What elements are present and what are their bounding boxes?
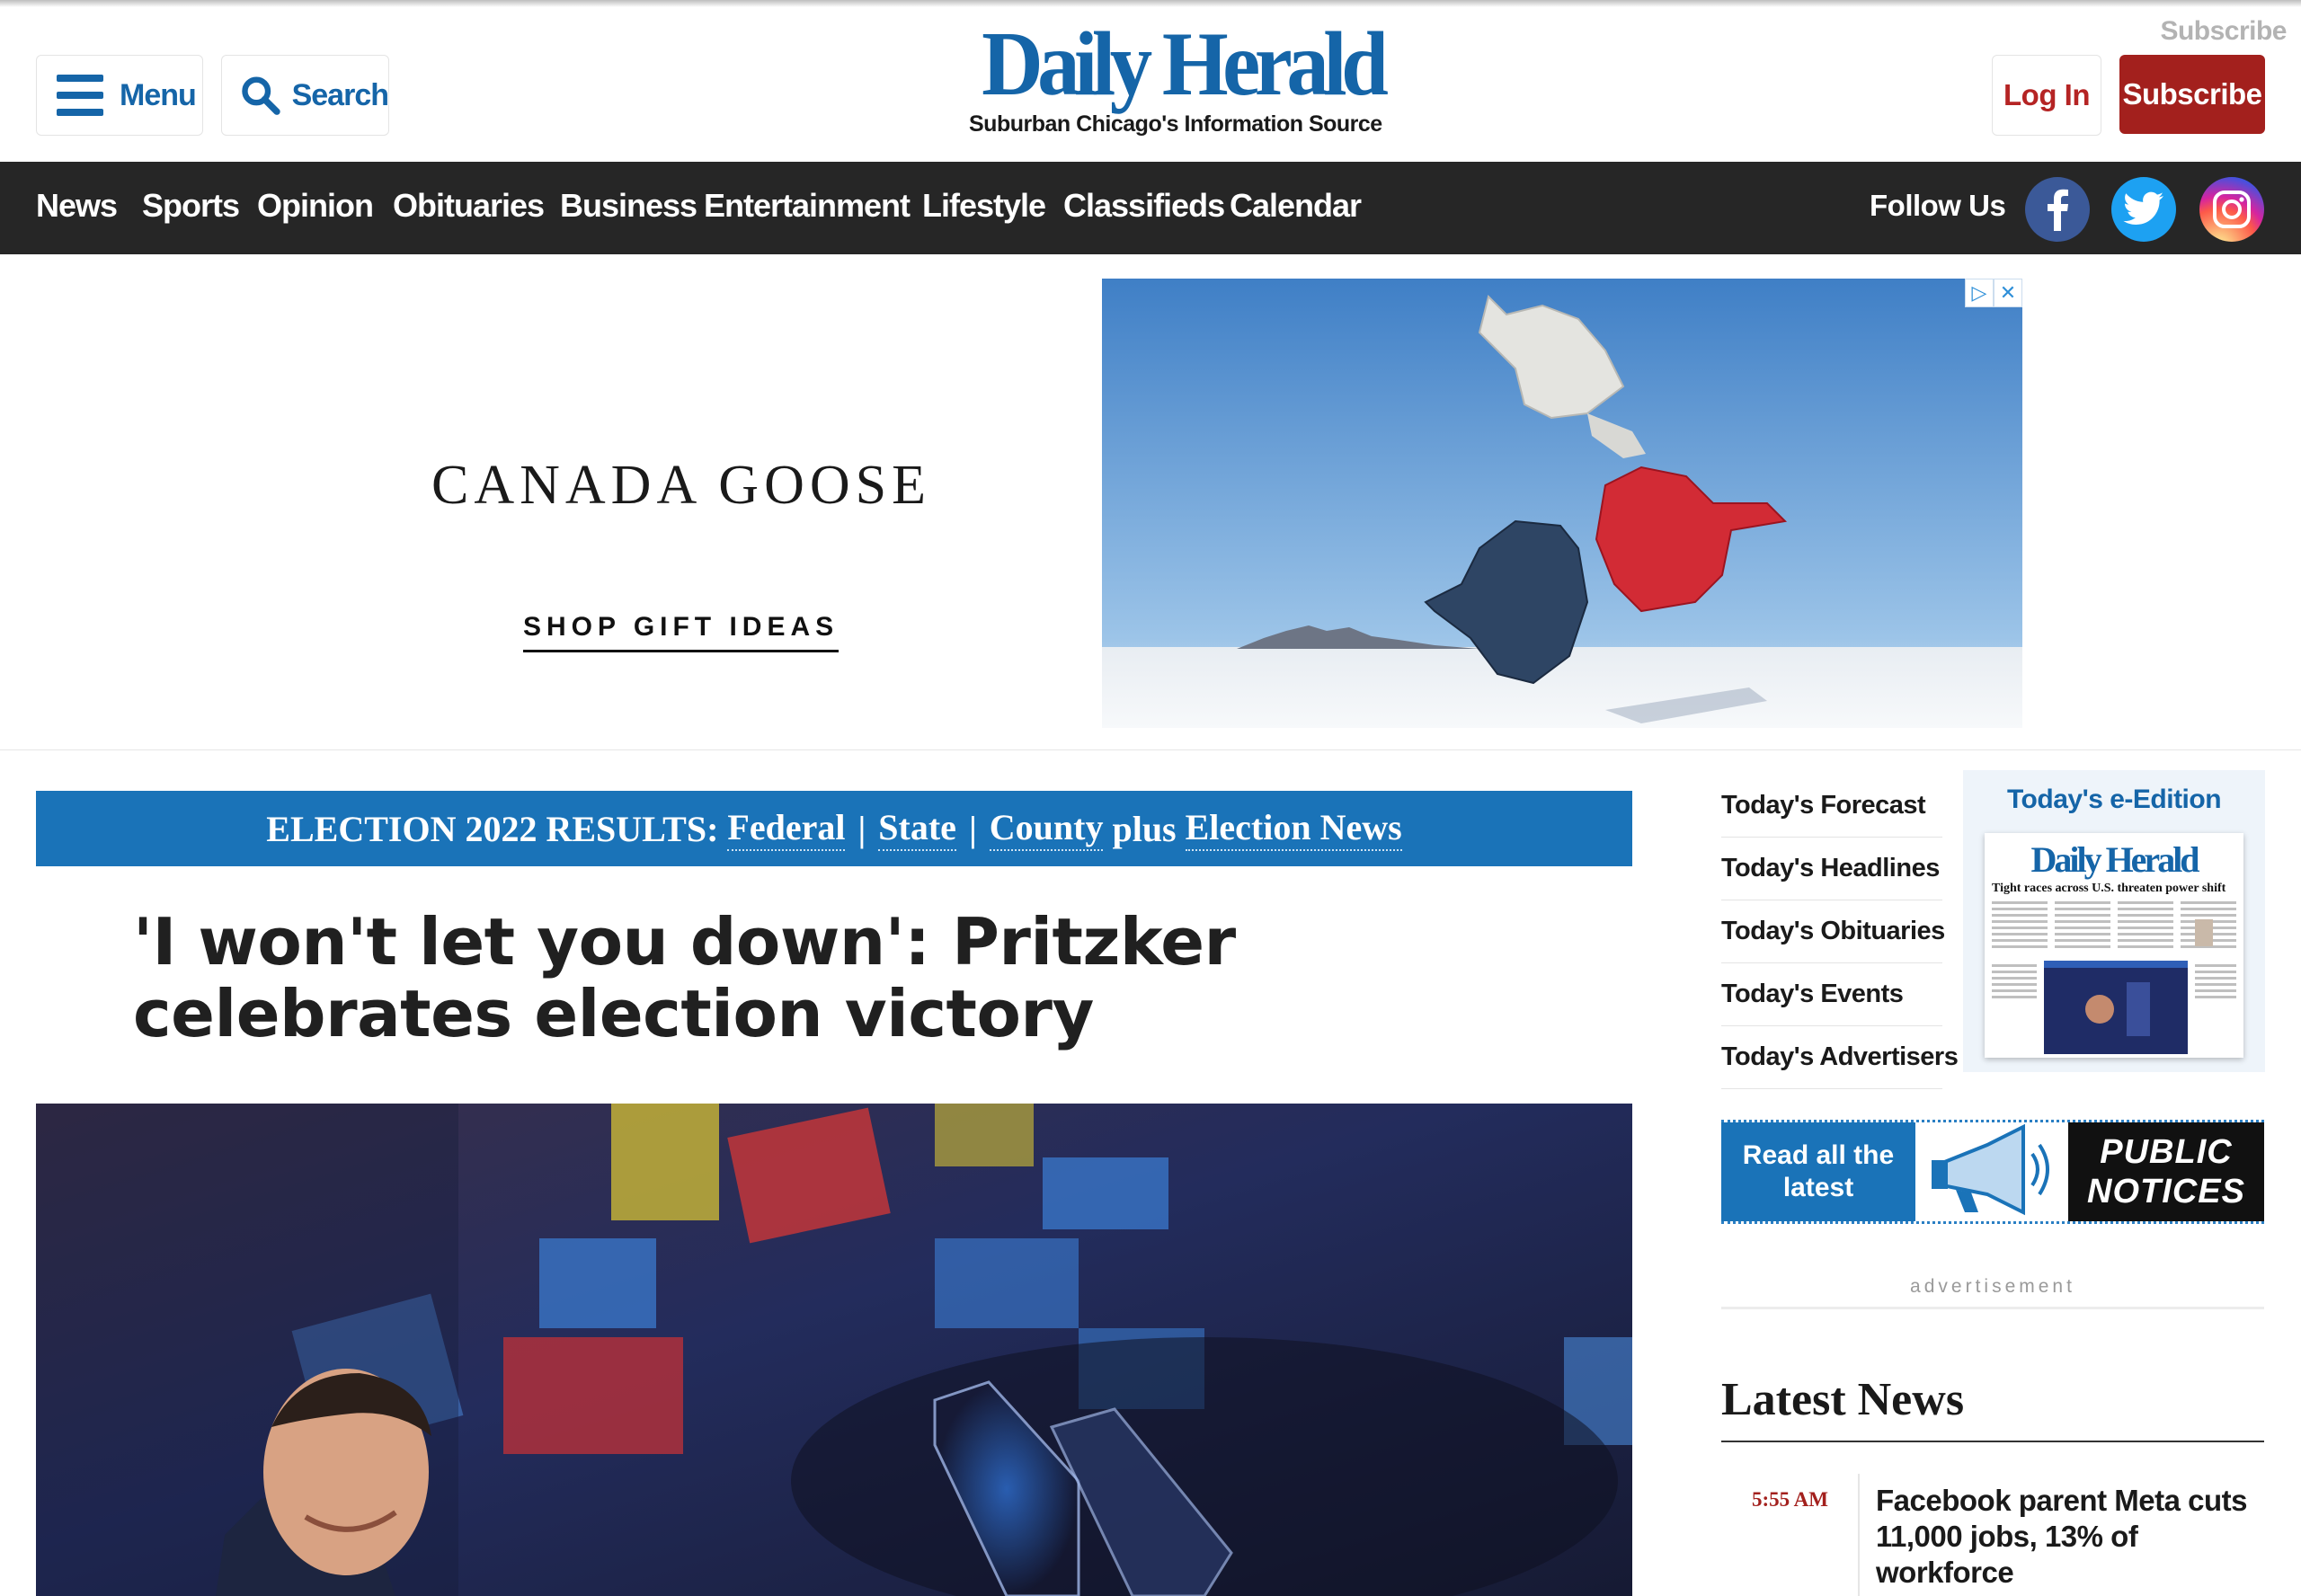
quick-link-obituaries[interactable]: Today's Obituaries bbox=[1721, 900, 1945, 963]
public-notices-title: PUBLIC NOTICES bbox=[2068, 1122, 2264, 1221]
nav-item-calendar[interactable]: Calendar bbox=[1230, 187, 1362, 225]
nav-item-sports[interactable]: Sports bbox=[142, 187, 240, 225]
article-hero-image[interactable] bbox=[36, 1104, 1632, 1596]
ad-image[interactable]: ▷ ✕ bbox=[1102, 279, 2022, 728]
logo-wordmark: Daily Herald bbox=[982, 13, 1389, 115]
search-icon bbox=[242, 76, 280, 115]
e-edition-title[interactable]: Today's e-Edition bbox=[1963, 785, 2265, 815]
nav-item-obituaries[interactable]: Obituaries bbox=[393, 187, 545, 225]
facebook-icon[interactable] bbox=[2025, 177, 2090, 242]
login-button[interactable]: Log In bbox=[1992, 55, 2101, 136]
subscribe-button[interactable]: Subscribe bbox=[2119, 55, 2265, 134]
hamburger-icon bbox=[57, 75, 103, 116]
advertisement-banner[interactable]: CANADA GOOSE SHOP GIFT IDEAS ▷ ✕ bbox=[0, 254, 2301, 750]
article-headline[interactable]: 'I won't let you down': Pritzker celebra… bbox=[133, 906, 1391, 1050]
menu-label: Menu bbox=[120, 77, 197, 112]
megaphone-icon bbox=[1915, 1122, 2068, 1221]
e-edition-card[interactable]: Today's e-Edition Daily Herald Tight rac… bbox=[1963, 770, 2265, 1072]
ad-cta-link[interactable]: SHOP GIFT IDEAS bbox=[523, 612, 840, 652]
e-edition-thumbnail[interactable]: Daily Herald Tight races across U.S. thr… bbox=[1985, 833, 2243, 1058]
adchoices-icon[interactable]: ▷ bbox=[1965, 279, 1994, 307]
election-prefix: ELECTION 2022 RESULTS: bbox=[266, 808, 719, 849]
ad-brand: CANADA GOOSE bbox=[431, 455, 931, 516]
e-edition-logo: Daily Herald bbox=[2030, 839, 2199, 880]
latest-news-item[interactable]: 5:55 AM Facebook parent Meta cuts 11,000… bbox=[1721, 1474, 2264, 1596]
quick-link-events[interactable]: Today's Events bbox=[1721, 963, 1942, 1026]
election-plus: plus bbox=[1112, 808, 1177, 849]
menu-button[interactable]: Menu bbox=[36, 55, 203, 136]
election-link-federal[interactable]: Federal bbox=[727, 806, 846, 851]
quick-link-headlines[interactable]: Today's Headlines bbox=[1721, 838, 1942, 900]
notices-read-latest: Read all the latest bbox=[1721, 1122, 1915, 1221]
nav-item-news[interactable]: News bbox=[36, 187, 118, 225]
follow-us-label: Follow Us bbox=[1870, 189, 2006, 222]
public-notices-banner[interactable]: Read all the latest PUBLIC NOTICES bbox=[1721, 1120, 2264, 1224]
election-separator: | bbox=[857, 808, 866, 849]
e-edition-headline: Tight races across U.S. threaten power s… bbox=[1992, 882, 2226, 895]
ad-close-icon[interactable]: ✕ bbox=[1994, 279, 2022, 307]
nav-item-classifieds[interactable]: Classifieds bbox=[1063, 187, 1225, 225]
election-link-county[interactable]: County bbox=[989, 806, 1104, 851]
election-link-state[interactable]: State bbox=[878, 806, 956, 851]
nav-item-entertainment[interactable]: Entertainment bbox=[704, 187, 911, 225]
nav-item-business[interactable]: Business bbox=[560, 187, 697, 225]
election-separator: | bbox=[968, 808, 977, 849]
site-header: Menu Search Daily Herald Suburban Chicag… bbox=[0, 0, 2301, 162]
subscribe-link[interactable]: Subscribe bbox=[2160, 16, 2287, 47]
election-link-news[interactable]: Election News bbox=[1185, 806, 1402, 851]
instagram-icon[interactable] bbox=[2199, 177, 2264, 242]
main-nav: News Sports Opinion Obituaries Business … bbox=[0, 162, 2301, 254]
ad-choices[interactable]: ▷ ✕ bbox=[1965, 279, 2022, 307]
quick-link-forecast[interactable]: Today's Forecast bbox=[1721, 775, 1942, 838]
search-label: Search bbox=[291, 77, 389, 112]
news-divider bbox=[1858, 1474, 1860, 1596]
nav-item-lifestyle[interactable]: Lifestyle bbox=[922, 187, 1046, 225]
quick-link-advertisers[interactable]: Today's Advertisers bbox=[1721, 1026, 1959, 1089]
site-logo[interactable]: Daily Herald Suburban Chicago's Informat… bbox=[969, 13, 1389, 137]
advertisement-label: advertisement bbox=[1721, 1276, 2264, 1309]
news-headline-link[interactable]: Facebook parent Meta cuts 11,000 jobs, 1… bbox=[1876, 1483, 2253, 1591]
latest-news-title: Latest News bbox=[1721, 1373, 2264, 1442]
twitter-icon[interactable] bbox=[2111, 177, 2176, 242]
search-button[interactable]: Search bbox=[221, 55, 389, 136]
logo-tagline: Suburban Chicago's Information Source bbox=[969, 111, 1382, 137]
nav-item-opinion[interactable]: Opinion bbox=[257, 187, 374, 225]
election-results-banner: ELECTION 2022 RESULTS: Federal | State |… bbox=[36, 791, 1632, 866]
news-timestamp: 5:55 AM bbox=[1752, 1488, 1828, 1511]
quick-links: Today's Forecast Today's Headlines Today… bbox=[1721, 775, 1959, 1089]
